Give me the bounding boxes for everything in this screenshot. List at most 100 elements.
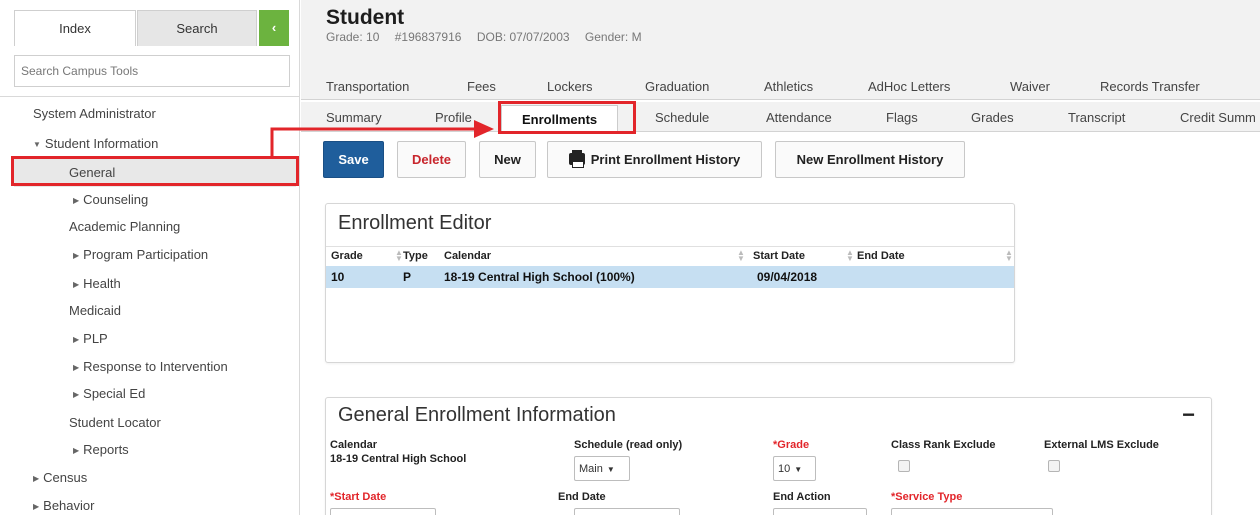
external-lms-exclude-label: External LMS Exclude [1044, 439, 1159, 451]
grid-header: Grade ▲ ▼ Type Calendar ▲ ▼ Start Date ▲ ▼ … [326, 246, 1014, 266]
class-rank-exclude-label: Class Rank Exclude [891, 439, 996, 451]
page-title: Student [326, 6, 405, 29]
tab-schedule[interactable]: Schedule [655, 110, 709, 125]
end-action-select[interactable] [773, 508, 867, 515]
new-enrollment-history-button[interactable]: New Enrollment History [775, 141, 965, 178]
tab-grades[interactable]: Grades [971, 110, 1014, 125]
sort-icon: ▲ ▼ [1005, 248, 1013, 263]
caret-right-icon: ▶ [73, 363, 80, 372]
column-header-calendar[interactable]: Calendar [444, 250, 491, 262]
tab-graduation[interactable]: Graduation [645, 79, 709, 94]
table-row[interactable]: 10 P 18-19 Central High School (100%) 09… [326, 266, 1014, 288]
external-lms-exclude-checkbox[interactable] [1048, 460, 1060, 472]
tree-item-label: Counseling [83, 192, 149, 207]
tab-attendance[interactable]: Attendance [766, 110, 832, 125]
caret-right-icon: ▶ [33, 474, 40, 483]
caret-right-icon: ▶ [73, 390, 80, 399]
tree-item-system-administrator[interactable]: System Administrator [33, 100, 156, 128]
tab-transportation[interactable]: Transportation [326, 79, 409, 94]
tree-item-label: Response to Intervention [83, 359, 228, 374]
search-campus-tools-input[interactable] [14, 55, 290, 87]
print-button-label: Print Enrollment History [590, 152, 741, 167]
tab-search[interactable]: Search [137, 10, 257, 46]
tab-row-2: Summary Profile Enrollments Schedule Att… [301, 102, 1260, 134]
start-date-input[interactable] [330, 508, 436, 515]
tab-waiver[interactable]: Waiver [1010, 79, 1050, 94]
tree-item-label: Census [43, 470, 88, 485]
sort-icon: ▲ ▼ [846, 248, 854, 263]
tree-item-counseling[interactable]: ▶ Counseling [73, 186, 148, 214]
chevron-left-icon: ‹ [271, 20, 277, 35]
tree-item-student-information[interactable]: ▼ Student Information [33, 130, 158, 158]
tab-row-1: Transportation Fees Lockers Graduation A… [301, 74, 1260, 100]
grade-text: Grade: 10 [326, 30, 380, 44]
schedule-select[interactable]: Main ▼ [574, 456, 630, 481]
student-id-text: #196837916 [394, 30, 462, 44]
end-action-label: End Action [773, 491, 831, 503]
caret-right-icon: ▶ [73, 280, 80, 289]
tree-item-health[interactable]: ▶ Health [73, 270, 121, 298]
schedule-select-value: Main [579, 463, 603, 475]
tree-item-label: Program Participation [83, 247, 209, 262]
tab-index[interactable]: Index [14, 10, 136, 46]
caret-right-icon: ▶ [73, 446, 80, 455]
gender-text: Gender: M [584, 30, 642, 44]
sidebar-tabs: Index Search ‹ [0, 0, 300, 46]
print-enrollment-history-button[interactable]: Print Enrollment History [547, 141, 762, 178]
save-button[interactable]: Save [323, 141, 384, 178]
end-date-label: End Date [558, 491, 606, 503]
tab-athletics[interactable]: Athletics [764, 79, 813, 94]
caret-right-icon: ▶ [73, 196, 80, 205]
tree-item-plp[interactable]: ▶ PLP [73, 325, 108, 353]
column-header-grade[interactable]: Grade [331, 250, 363, 262]
schedule-label: Schedule (read only) [574, 439, 683, 451]
sidebar: Index Search ‹ System Administrator ▼Stu… [0, 0, 300, 515]
column-header-end-date[interactable]: End Date [857, 250, 905, 262]
calendar-label: Calendar [330, 439, 378, 451]
tree-item-label: Health [83, 276, 121, 291]
tree-item-label: Student Information [44, 136, 159, 151]
tab-lockers[interactable]: Lockers [547, 79, 593, 94]
tree-item-academic-planning[interactable]: Academic Planning [69, 213, 180, 241]
calendar-value: 18-19 Central High School [330, 453, 467, 465]
tree-item-student-locator[interactable]: Student Locator [69, 409, 161, 437]
service-type-select[interactable] [891, 508, 1053, 515]
caret-down-icon: ▼ [33, 140, 41, 149]
delete-button[interactable]: Delete [397, 141, 466, 178]
tree-item-response-to-intervention[interactable]: ▶ Response to Intervention [73, 353, 228, 381]
tab-records-transfer[interactable]: Records Transfer [1100, 79, 1200, 94]
end-date-input[interactable] [574, 508, 680, 515]
divider [0, 96, 300, 97]
tab-credit-summary[interactable]: Credit Summ [1180, 110, 1256, 125]
tab-summary[interactable]: Summary [326, 110, 382, 125]
tree-item-special-ed[interactable]: ▶ Special Ed [73, 380, 145, 408]
student-meta: Grade: 10 #196837916 DOB: 07/07/2003 Gen… [326, 30, 654, 44]
collapse-icon[interactable]: − [1182, 402, 1195, 428]
caret-right-icon: ▶ [73, 335, 80, 344]
tab-flags[interactable]: Flags [886, 110, 918, 125]
caret-right-icon: ▶ [33, 502, 40, 511]
tree-item-program-participation[interactable]: ▶ Program Participation [73, 241, 208, 269]
tree-item-label: Special Ed [83, 386, 146, 401]
tree-item-behavior[interactable]: ▶ Behavior [33, 492, 94, 515]
caret-right-icon: ▶ [73, 251, 80, 260]
tree-item-label: System Administrator [33, 106, 156, 121]
tree-item-medicaid[interactable]: Medicaid [69, 297, 121, 325]
collapse-sidebar-button[interactable]: ‹ [259, 10, 289, 46]
column-header-start-date[interactable]: Start Date [753, 250, 805, 262]
tree-item-census[interactable]: ▶ Census [33, 464, 87, 492]
chevron-down-icon: ▼ [606, 465, 615, 474]
tab-fees[interactable]: Fees [467, 79, 496, 94]
tab-adhoc-letters[interactable]: AdHoc Letters [868, 79, 950, 94]
column-header-type[interactable]: Type [403, 250, 428, 262]
tree-item-label: Reports [83, 442, 129, 457]
tab-profile[interactable]: Profile [435, 110, 472, 125]
sort-icon: ▲ ▼ [737, 248, 745, 263]
header-band [301, 46, 1260, 76]
grade-label: *Grade [773, 439, 810, 451]
class-rank-exclude-checkbox[interactable] [898, 460, 910, 472]
grade-select[interactable]: 10 ▼ [773, 456, 816, 481]
tab-transcript[interactable]: Transcript [1068, 110, 1125, 125]
tree-item-reports[interactable]: ▶ Reports [73, 436, 129, 464]
new-button[interactable]: New [479, 141, 536, 178]
